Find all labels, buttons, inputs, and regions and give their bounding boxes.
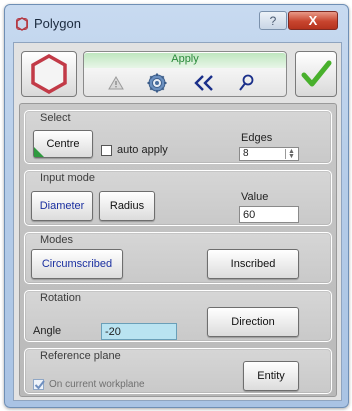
value-label: Value bbox=[241, 191, 269, 203]
input-mode-group: Input mode Diameter Radius Value bbox=[24, 170, 332, 226]
warning-icon[interactable] bbox=[104, 70, 128, 96]
on-current-workplane-checkbox[interactable] bbox=[33, 379, 45, 390]
polygon-dialog: Polygon ? X Apply Select Centre auto app… bbox=[4, 4, 349, 408]
checkmark-small-icon bbox=[34, 380, 45, 390]
help-icon: ? bbox=[269, 13, 277, 28]
angle-label: Angle bbox=[33, 325, 62, 337]
inscribed-button-label: Inscribed bbox=[230, 258, 276, 270]
close-icon: X bbox=[308, 13, 318, 28]
value-input[interactable] bbox=[239, 206, 299, 223]
search-icon[interactable] bbox=[234, 70, 258, 96]
reference-plane-group-title: Reference plane bbox=[40, 350, 121, 362]
edges-spinner[interactable]: 8 ▲ ▼ bbox=[239, 147, 299, 161]
direction-button-label: Direction bbox=[231, 316, 275, 328]
radius-button-label: Radius bbox=[109, 200, 145, 212]
input-mode-group-title: Input mode bbox=[40, 172, 96, 184]
edges-value: 8 bbox=[243, 148, 249, 159]
on-current-workplane-label: On current workplane bbox=[49, 379, 145, 390]
centre-button[interactable]: Centre bbox=[33, 130, 93, 158]
checkmark-icon bbox=[301, 60, 332, 87]
hexagon-icon bbox=[31, 54, 67, 94]
corner-indicator-icon bbox=[34, 147, 44, 157]
auto-apply-checkbox[interactable] bbox=[101, 145, 112, 156]
apply-label[interactable]: Apply bbox=[84, 53, 286, 68]
rotation-group: Rotation Angle Direction bbox=[24, 290, 332, 342]
apply-toolbar[interactable]: Apply bbox=[83, 51, 287, 97]
title-bar: Polygon ? X bbox=[5, 5, 348, 43]
polygon-app-icon bbox=[16, 17, 28, 31]
ok-button[interactable] bbox=[295, 51, 337, 97]
select-group: Select Centre auto apply Edges 8 ▲ ▼ bbox=[24, 110, 332, 164]
polygon-tool-button[interactable] bbox=[21, 51, 77, 97]
diameter-button[interactable]: Diameter bbox=[31, 191, 93, 221]
close-button[interactable]: X bbox=[288, 11, 338, 30]
select-group-title: Select bbox=[40, 112, 71, 124]
reference-plane-group: Reference plane On current workplane Ent… bbox=[24, 348, 332, 394]
options-panel: Select Centre auto apply Edges 8 ▲ ▼ Inpu… bbox=[19, 103, 337, 397]
entity-button-label: Entity bbox=[257, 370, 285, 382]
auto-apply-label: auto apply bbox=[117, 144, 168, 156]
dialog-client-area: Apply Select Centre auto apply Edges 8 ▲… bbox=[13, 42, 342, 401]
centre-button-label: Centre bbox=[46, 138, 80, 150]
diameter-button-label: Diameter bbox=[39, 200, 85, 212]
modes-group: Modes Circumscribed Inscribed bbox=[24, 232, 332, 284]
circumscribed-button-label: Circumscribed bbox=[41, 258, 113, 270]
modes-group-title: Modes bbox=[40, 234, 74, 246]
help-button[interactable]: ? bbox=[259, 11, 287, 30]
edges-label: Edges bbox=[241, 132, 273, 144]
direction-button[interactable]: Direction bbox=[207, 307, 299, 337]
rotation-group-title: Rotation bbox=[40, 292, 81, 304]
apply-icons-row bbox=[84, 70, 286, 96]
radius-button[interactable]: Radius bbox=[99, 191, 155, 221]
entity-button[interactable]: Entity bbox=[243, 361, 299, 391]
circumscribed-button[interactable]: Circumscribed bbox=[31, 249, 123, 279]
gear-icon[interactable] bbox=[144, 70, 170, 96]
angle-input[interactable] bbox=[101, 323, 177, 340]
inscribed-button[interactable]: Inscribed bbox=[207, 249, 299, 279]
window-title: Polygon bbox=[34, 16, 81, 31]
spinner-arrows-icon[interactable]: ▲ ▼ bbox=[285, 148, 297, 160]
back-double-chevron-icon[interactable] bbox=[190, 70, 218, 96]
